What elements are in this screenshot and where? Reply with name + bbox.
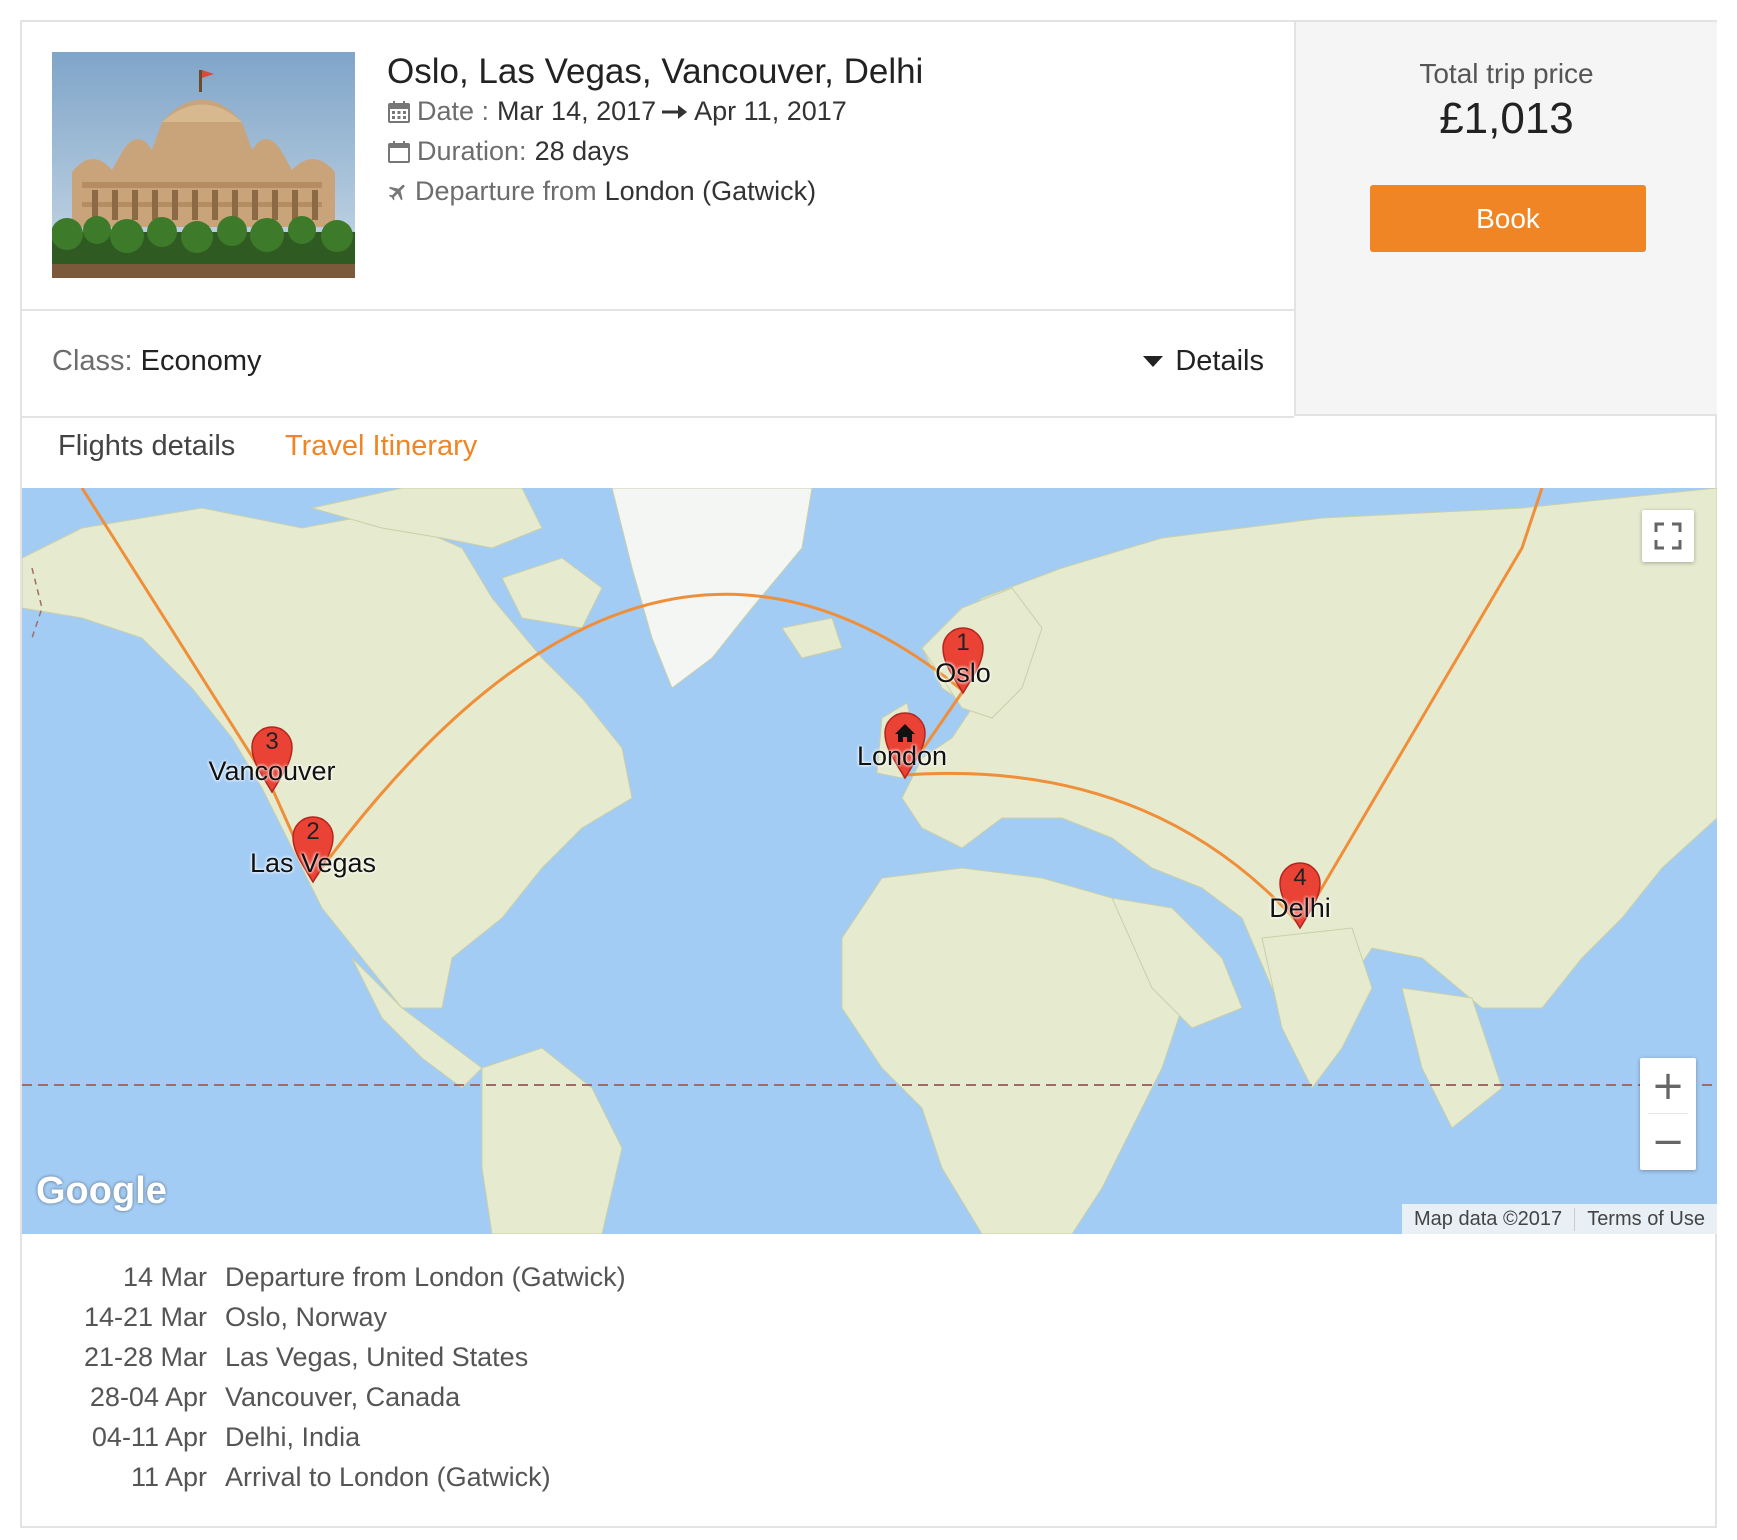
class-info: Class: Economy	[52, 345, 262, 378]
price-panel: Total trip price £1,013 Book	[1294, 22, 1717, 416]
itinerary-place: Oslo, Norway	[225, 1302, 388, 1332]
fullscreen-button[interactable]	[1642, 510, 1694, 562]
calendar-outline-icon	[388, 140, 410, 163]
date-end: Apr 11, 2017	[694, 96, 847, 126]
class-value: Economy	[140, 345, 262, 377]
plane-icon	[388, 184, 405, 200]
departure-row: Departure from London (Gatwick)	[387, 176, 816, 207]
itinerary-place: Las Vegas, United States	[225, 1342, 529, 1372]
class-bar: Class: Economy Details	[22, 311, 1294, 418]
calendar-icon	[388, 100, 410, 123]
itinerary-place: Departure from London (Gatwick)	[225, 1262, 626, 1292]
itinerary-place: Vancouver, Canada	[225, 1382, 461, 1412]
duration-value: 28 days	[534, 136, 630, 166]
terms-of-use-link[interactable]: Terms of Use	[1574, 1207, 1717, 1231]
itinerary-date: 14-21 Mar	[83, 1302, 207, 1332]
itinerary-date: 04-11 Apr	[91, 1422, 207, 1452]
tab-bar: Flights details Travel Itinerary	[22, 416, 1717, 490]
marker-3-number: 3	[265, 728, 279, 755]
google-logo: Google	[36, 1170, 167, 1212]
class-label: Class:	[52, 345, 133, 377]
zoom-out-button[interactable]: −	[1640, 1114, 1696, 1170]
itinerary-date: 28-04 Apr	[89, 1382, 207, 1412]
marker-label-las-vegas[interactable]: Las Vegas	[250, 848, 376, 879]
zoom-in-button[interactable]: +	[1640, 1058, 1696, 1114]
destination-photo	[52, 52, 355, 278]
marker-1-number: 1	[956, 629, 970, 656]
arrow-right-icon	[662, 104, 688, 119]
total-price-value: £1,013	[1439, 94, 1574, 143]
departure-value: London (Gatwick)	[604, 176, 817, 206]
route-map[interactable]: 1 2 3 4 Oslo Las Vegas Vancouver Delhi L…	[22, 488, 1717, 1234]
trip-title: Oslo, Las Vegas, Vancouver, Delhi	[387, 52, 924, 91]
itinerary-place: Delhi, India	[225, 1422, 361, 1452]
date-label: Date :	[417, 96, 490, 126]
duration-label: Duration:	[417, 136, 527, 166]
marker-2-number: 2	[306, 818, 320, 845]
itinerary-place: Arrival to London (Gatwick)	[225, 1462, 551, 1492]
duration-row: Duration: 28 days	[387, 136, 629, 167]
zoom-divider	[1648, 1113, 1688, 1114]
book-button[interactable]: Book	[1370, 185, 1646, 252]
map-data-text: Map data ©2017	[1414, 1207, 1563, 1230]
tab-flights-details[interactable]: Flights details	[58, 430, 235, 463]
marker-label-london[interactable]: London	[857, 741, 947, 772]
itinerary-date: 14 Mar	[122, 1262, 207, 1292]
departure-label: Departure from	[415, 176, 597, 206]
trip-card: Oslo, Las Vegas, Vancouver, Delhi Date :…	[20, 20, 1717, 1528]
date-start: Mar 14, 2017	[497, 96, 657, 126]
itinerary-date: 21-28 Mar	[83, 1342, 207, 1372]
tab-travel-itinerary[interactable]: Travel Itinerary	[285, 430, 477, 463]
marker-label-delhi[interactable]: Delhi	[1269, 893, 1331, 924]
details-toggle[interactable]: Details	[1143, 345, 1264, 378]
trip-summary: Oslo, Las Vegas, Vancouver, Delhi Date :…	[22, 22, 1294, 311]
marker-label-vancouver[interactable]: Vancouver	[208, 756, 335, 787]
date-row: Date : Mar 14, 2017 Apr 11, 2017	[387, 96, 847, 127]
marker-label-oslo[interactable]: Oslo	[935, 658, 991, 689]
total-price-label: Total trip price	[1419, 58, 1594, 89]
itinerary-date: 11 Apr	[130, 1462, 207, 1492]
marker-4-number: 4	[1293, 864, 1307, 891]
caret-down-icon	[1143, 356, 1164, 367]
zoom-control: + −	[1640, 1058, 1696, 1170]
fullscreen-icon	[1654, 522, 1682, 550]
details-label: Details	[1175, 345, 1264, 377]
map-attribution: Map data ©2017 Terms of Use	[1402, 1204, 1717, 1234]
